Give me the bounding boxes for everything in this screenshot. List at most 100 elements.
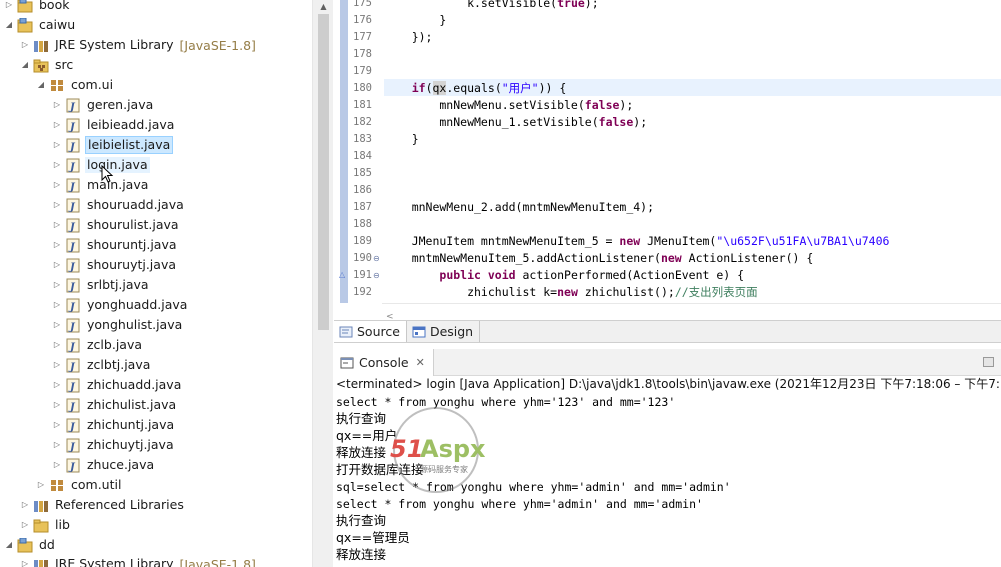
tree-java-file[interactable]: ▷ Jzhichuytj.java [52,435,176,455]
expand-arrow-icon[interactable]: ▷ [52,359,62,371]
expand-arrow-icon[interactable]: ▷ [52,339,62,351]
tree-package-com-util[interactable]: ▷ com.util [36,475,123,495]
tab-source[interactable]: Source [334,321,407,342]
library-icon [33,498,49,513]
tree-project-caiwu[interactable]: ◢ caiwu [4,15,77,35]
folder-icon [33,518,49,533]
expand-arrow-icon[interactable]: ▷ [52,419,62,431]
tree-java-file[interactable]: ▷ Jzclbtj.java [52,355,152,375]
code-line[interactable]: zhichulist k=new zhichulist();//支出列表页面 [384,284,758,301]
expand-arrow-icon[interactable]: ▷ [52,239,62,251]
expand-arrow-icon[interactable]: ▷ [20,558,30,567]
explorer-scrollbar[interactable]: ▲ [312,0,333,567]
jre-version-label: [JavaSE-1.8] [179,556,256,567]
editor-horizontal-scrollbar[interactable]: < [382,303,1001,322]
collapse-arrow-icon[interactable]: ◢ [4,19,14,31]
tree-java-file[interactable]: ▷ Jsrlbtj.java [52,275,151,295]
expand-arrow-icon[interactable]: ▷ [52,119,62,131]
tree-java-file[interactable]: ▷ Jshouruytj.java [52,255,178,275]
tab-console[interactable]: Console ✕ [334,349,434,376]
expand-arrow-icon[interactable]: ▷ [52,319,62,331]
code-line[interactable]: mnNewMenu_1.setVisible(false); [384,114,647,131]
line-number: 176 [353,14,372,26]
expand-arrow-icon[interactable]: ▷ [4,0,14,11]
tree-project-book[interactable]: ▷ book [4,0,71,15]
tree-java-file[interactable]: ▷ Jzhichulist.java [52,395,178,415]
console-output-line: 释放连接 [336,547,387,562]
tree-jre-library[interactable]: ▷ JRE System Library [JavaSE-1.8] [20,554,256,567]
fold-collapse-icon[interactable]: ⊖ [373,271,382,280]
console-output-line: 执行查询 [336,411,387,426]
expand-arrow-icon[interactable]: ▷ [20,499,30,511]
mouse-pointer-icon [101,165,114,183]
tab-design[interactable]: Design [407,321,481,342]
expand-arrow-icon[interactable]: ▷ [52,279,62,291]
code-line[interactable]: mnNewMenu.setVisible(false); [384,97,633,114]
tree-project-dd[interactable]: ◢ dd [4,535,57,555]
tree-java-file[interactable]: ▷ Jyonghuadd.java [52,295,189,315]
tree-jre-library[interactable]: ▷ JRE System Library [JavaSE-1.8] [20,35,256,55]
expand-arrow-icon[interactable]: ▷ [20,519,30,531]
tree-java-file[interactable]: ▷ Jleibieadd.java [52,115,176,135]
java-file-icon: J [65,98,81,113]
line-number: 187 [353,201,372,213]
expand-arrow-icon[interactable]: ▷ [52,199,62,211]
close-icon[interactable]: ✕ [416,356,425,369]
expand-arrow-icon[interactable]: ▷ [52,159,62,171]
expand-arrow-icon[interactable]: ▷ [52,379,62,391]
code-line[interactable]: if(qx.equals("用户")) { [384,80,566,97]
tree-label: zhuce.java [87,457,155,472]
tree-java-file[interactable]: ▷ Jyonghulist.java [52,315,184,335]
code-editor[interactable]: 175 176 177 178 179 180 181 182 183 184 … [334,0,1001,322]
code-line[interactable]: k.setVisible(true); [384,0,599,12]
line-number: 179 [353,65,372,77]
fold-collapse-icon[interactable]: ⊖ [373,254,382,263]
jre-version-label: [JavaSE-1.8] [179,37,256,53]
scroll-up-arrow-icon[interactable]: ▲ [313,0,334,14]
code-line[interactable]: mnNewMenu_2.add(mntmNewMenuItem_4); [384,199,654,216]
line-number: 186 [353,184,372,196]
expand-arrow-icon[interactable]: ▷ [52,399,62,411]
scrollbar-thumb[interactable] [318,14,329,330]
tree-java-file-selected[interactable]: ▷ Jleibielist.java [52,135,174,155]
code-line[interactable]: } [384,131,419,148]
expand-arrow-icon[interactable]: ▷ [52,459,62,471]
code-line[interactable]: mntmNewMenuItem_5.addActionListener(new … [384,250,814,267]
tree-lib-folder[interactable]: ▷ lib [20,515,72,535]
tree-java-file[interactable]: ▷ Jshourulist.java [52,215,181,235]
tree-java-file[interactable]: ▷ Jzhichuadd.java [52,375,183,395]
tree-java-file[interactable]: ▷ Jzhichuntj.java [52,415,176,435]
tree-java-file[interactable]: ▷ Jzhuce.java [52,455,156,475]
tree-label: com.ui [71,77,114,92]
expand-arrow-icon[interactable]: ▷ [52,299,62,311]
code-line[interactable]: } [384,12,446,29]
tree-java-file[interactable]: ▷ Jgeren.java [52,95,155,115]
expand-arrow-icon[interactable]: ▷ [52,179,62,191]
code-line[interactable]: }); [384,29,433,46]
expand-arrow-icon[interactable]: ▷ [52,99,62,111]
line-number: 178 [353,48,372,60]
tree-package-com-ui[interactable]: ◢ com.ui [36,75,115,95]
tree-label: zhichulist.java [87,397,177,412]
java-file-icon: J [65,338,81,353]
expand-arrow-icon[interactable]: ▷ [52,439,62,451]
minimize-icon[interactable] [983,357,994,367]
collapse-arrow-icon[interactable]: ◢ [4,539,14,551]
tree-label: shouruytj.java [87,257,177,272]
tree-label: leibieadd.java [87,117,175,132]
expand-arrow-icon[interactable]: ▷ [52,259,62,271]
project-folder-icon [17,0,33,13]
collapse-arrow-icon[interactable]: ◢ [20,59,30,71]
expand-arrow-icon[interactable]: ▷ [36,479,46,491]
code-line[interactable]: JMenuItem mntmNewMenuItem_5 = new JMenuI… [384,233,890,250]
expand-arrow-icon[interactable]: ▷ [52,139,62,151]
tree-java-file[interactable]: ▷ Jzclb.java [52,335,144,355]
collapse-arrow-icon[interactable]: ◢ [36,79,46,91]
code-line[interactable]: public void actionPerformed(ActionEvent … [384,267,744,284]
tree-java-file[interactable]: ▷ Jshouruntj.java [52,235,179,255]
tree-referenced-libraries[interactable]: ▷ Referenced Libraries [20,495,186,515]
expand-arrow-icon[interactable]: ▷ [20,39,30,51]
tree-src-folder[interactable]: ◢ src [20,55,75,75]
expand-arrow-icon[interactable]: ▷ [52,219,62,231]
tree-java-file[interactable]: ▷ Jshouruadd.java [52,195,186,215]
